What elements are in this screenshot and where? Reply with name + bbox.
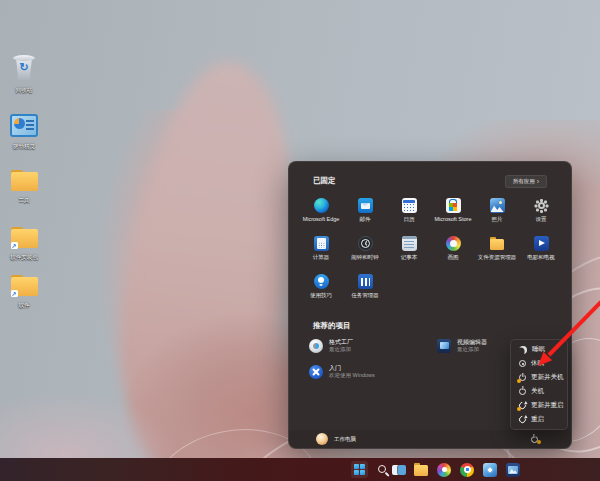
- task-view-icon[interactable]: [392, 463, 406, 477]
- all-apps-label: 所有应用: [513, 178, 535, 185]
- desktop-icon-label: 驱动精灵: [13, 143, 35, 150]
- recommended-item-getstarted[interactable]: 入门欢迎使用 Windows: [309, 362, 437, 381]
- desktop-icon-folder-3[interactable]: 软件: [0, 275, 48, 309]
- calendar-icon: [402, 198, 417, 213]
- pinned-app-clock[interactable]: 闹钟和时钟: [343, 233, 387, 271]
- pinned-app-taskmgr[interactable]: 任务管理器: [343, 271, 387, 309]
- blue-app-icon: [10, 114, 38, 137]
- pinned-app-edge[interactable]: Microsoft Edge: [299, 195, 343, 233]
- user-name: 工作电脑: [334, 436, 356, 443]
- pinned-app-notepad[interactable]: 记事本: [387, 233, 431, 271]
- taskbar: [0, 458, 600, 481]
- desktop-icon-label: 工具: [19, 197, 30, 204]
- pinned-header: 已固定: [313, 176, 336, 186]
- desktop-icon-app[interactable]: 驱动精灵: [0, 114, 48, 150]
- file-explorer-icon: [490, 236, 505, 251]
- update-badge: [517, 379, 521, 383]
- pinned-app-explorer[interactable]: 文件资源管理器: [475, 233, 519, 271]
- all-apps-button[interactable]: 所有应用 ›: [505, 175, 547, 188]
- user-bar: 工作电脑: [289, 430, 571, 448]
- power-button[interactable]: [527, 432, 541, 446]
- pinned-app-photos[interactable]: 照片: [475, 195, 519, 233]
- recycle-bin-icon: ↻: [13, 55, 35, 81]
- chrome-icon[interactable]: [460, 463, 474, 477]
- format-factory-icon: [309, 339, 323, 353]
- tips-icon: [314, 274, 329, 289]
- desktop-icon-label: 软件安装包: [10, 254, 38, 261]
- power-icon: [519, 388, 526, 395]
- folder-shortcut-icon: [11, 275, 38, 296]
- pinned-app-calculator[interactable]: 计算器: [299, 233, 343, 271]
- mail-icon: [358, 198, 373, 213]
- pinned-app-calendar[interactable]: 日历: [387, 195, 431, 233]
- color-wheel-icon[interactable]: [437, 463, 451, 477]
- desktop-icon-recycle-bin[interactable]: ↻ 回收站: [0, 55, 48, 94]
- photos-taskbar-icon[interactable]: [483, 463, 497, 477]
- taskbar-icons: [0, 458, 600, 481]
- update-badge: [517, 407, 521, 411]
- pinned-app-settings[interactable]: 设置: [519, 195, 563, 233]
- user-avatar[interactable]: [316, 433, 328, 445]
- start-button[interactable]: [351, 461, 368, 478]
- hibernate-icon: [519, 360, 526, 367]
- sleep-icon: [519, 346, 527, 354]
- power-menu-item-hibernate[interactable]: 休眠: [511, 357, 567, 371]
- notepad-icon: [402, 236, 417, 251]
- desktop-icon-folder-1[interactable]: 工具: [0, 170, 48, 204]
- calculator-icon: [314, 236, 329, 251]
- paint-icon: [446, 236, 461, 251]
- restart-icon: [518, 414, 528, 424]
- desktop-icon-folder-2[interactable]: 软件安装包: [0, 227, 48, 261]
- power-menu-item-update-shutdown[interactable]: 更新并关机: [511, 371, 567, 385]
- pinned-app-paint[interactable]: 画图: [431, 233, 475, 271]
- desktop-icon-label: 回收站: [16, 87, 33, 94]
- pinned-app-movies[interactable]: 电影和电视: [519, 233, 563, 271]
- chevron-right-icon: ›: [537, 179, 539, 185]
- image-viewer-icon[interactable]: [506, 463, 520, 477]
- power-menu-item-restart[interactable]: 重启: [511, 412, 567, 426]
- folder-icon: [11, 170, 38, 191]
- folder-shortcut-icon: [11, 227, 38, 248]
- power-menu-item-sleep[interactable]: 睡眠: [511, 343, 567, 357]
- recommended-item-formatfactory[interactable]: 格式工厂最近添加: [309, 336, 437, 355]
- pinned-app-store[interactable]: Microsoft Store: [431, 195, 475, 233]
- pinned-app-mail[interactable]: 邮件: [343, 195, 387, 233]
- desktop: ↻ 回收站 驱动精灵 工具 软件安装包 软件 已固定 所有应用 › Micros…: [0, 0, 600, 481]
- power-menu-item-update-restart[interactable]: 更新并重启: [511, 398, 567, 412]
- edge-icon: [314, 198, 329, 213]
- store-icon: [446, 198, 461, 213]
- task-manager-icon: [358, 274, 373, 289]
- desktop-icon-label: 软件: [19, 302, 30, 309]
- power-menu-item-shutdown[interactable]: 关机: [511, 385, 567, 399]
- update-badge: [537, 440, 541, 444]
- video-editor-icon: [437, 339, 451, 353]
- pinned-apps-grid: Microsoft Edge 邮件 日历 Microsoft Store 照片 …: [299, 195, 563, 309]
- movies-tv-icon: [534, 236, 549, 251]
- photos-icon: [490, 198, 505, 213]
- file-explorer-taskbar-icon[interactable]: [414, 463, 428, 477]
- search-icon[interactable]: [374, 463, 388, 477]
- get-started-icon: [309, 365, 323, 379]
- pinned-app-tips[interactable]: 使用技巧: [299, 271, 343, 309]
- recommended-header: 推荐的项目: [313, 321, 351, 331]
- power-menu: 睡眠 休眠 更新并关机 关机 更新并重启 重启: [510, 339, 568, 430]
- clock-icon: [358, 236, 373, 251]
- settings-gear-icon: [534, 198, 549, 213]
